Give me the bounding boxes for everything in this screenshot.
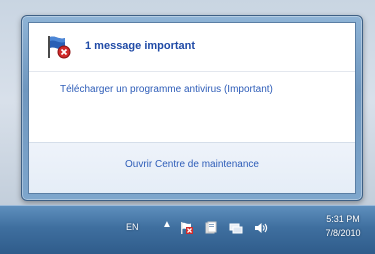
network-icon[interactable] [229, 221, 243, 235]
system-clock[interactable]: 5:31 PM 7/8/2010 [318, 212, 368, 240]
taskbar: EN ▲ 5:31 PM 7/8/2010 [0, 205, 375, 254]
popup-footer: Ouvrir Centre de maintenance [29, 142, 355, 193]
clock-date: 7/8/2010 [325, 228, 361, 238]
open-action-center-link[interactable]: Ouvrir Centre de maintenance [29, 159, 355, 170]
show-hidden-icons-chevron-icon[interactable]: ▲ [160, 219, 174, 233]
documents-icon[interactable] [204, 221, 218, 235]
action-center-popup: 1 message important Télécharger un progr… [21, 15, 363, 201]
popup-header: 1 message important [29, 23, 355, 71]
action-center-flag-error-icon [48, 36, 71, 59]
action-center-flag-icon[interactable] [180, 221, 194, 235]
clock-time: 5:31 PM [326, 214, 360, 224]
language-indicator[interactable]: EN [126, 222, 139, 232]
volume-icon[interactable] [254, 221, 268, 235]
popup-panel: 1 message important Télécharger un progr… [28, 22, 356, 194]
notification-title: 1 message important [85, 40, 196, 52]
header-divider [29, 71, 355, 72]
download-antivirus-link[interactable]: Télécharger un programme antivirus (Impo… [60, 83, 320, 96]
